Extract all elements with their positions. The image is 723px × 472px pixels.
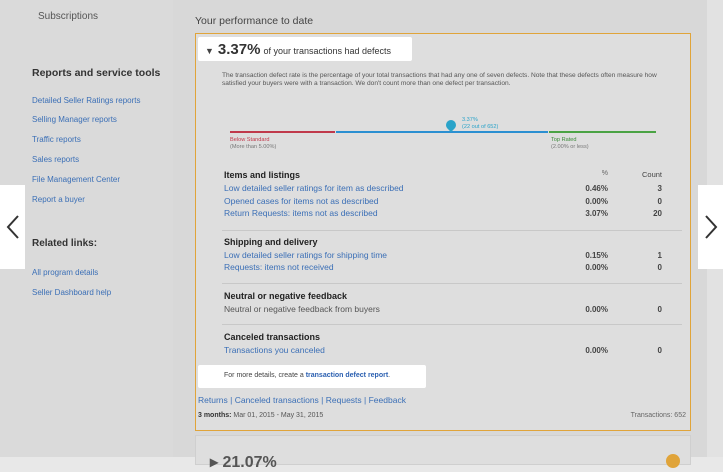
sidebar-link-dsr-reports[interactable]: Detailed Seller Ratings reports <box>32 96 141 105</box>
sidebar-link-selling-manager[interactable]: Selling Manager reports <box>32 115 117 124</box>
row-pct: 0.46% <box>585 184 608 193</box>
sidebar: Subscriptions Reports and service tools … <box>0 0 173 457</box>
row-pct: 0.00% <box>585 346 608 355</box>
top-rated-label: Top Rated (2.00% or less) <box>551 137 589 150</box>
row-label-negative-feedback: Neutral or negative feedback from buyers <box>224 304 380 314</box>
transaction-defect-report-link[interactable]: transaction defect report <box>306 372 388 379</box>
prev-button[interactable] <box>0 185 25 269</box>
row-link-low-dsr-item[interactable]: Low detailed seller ratings for item as … <box>224 183 404 193</box>
triangle-down-icon[interactable]: ▼ <box>205 46 214 56</box>
divider <box>222 324 682 325</box>
column-header-count: Count <box>641 170 662 179</box>
related-links-title: Related links: <box>32 238 98 249</box>
divider <box>222 230 682 231</box>
next-card-peek: ▸ 21.07% <box>210 454 277 471</box>
sidebar-link-dashboard-help[interactable]: Seller Dashboard help <box>32 288 111 297</box>
sidebar-link-file-management[interactable]: File Management Center <box>32 175 120 184</box>
below-standard-sub: (More than 5.00%) <box>230 143 277 150</box>
defect-rate-value: 3.37% <box>217 41 261 58</box>
row-count: 0 <box>657 263 662 272</box>
more-details-prefix: For more details, create a <box>224 372 306 379</box>
status-badge <box>666 454 680 468</box>
below-standard-label: Below Standard (More than 5.00%) <box>230 137 276 150</box>
sidebar-link-traffic[interactable]: Traffic reports <box>32 135 81 144</box>
row-pct: 0.00% <box>585 197 608 206</box>
defect-rate-description: The transaction defect rate is the perce… <box>222 72 657 88</box>
row-count: 0 <box>657 305 662 314</box>
sidebar-link-report-buyer[interactable]: Report a buyer <box>32 195 85 204</box>
below-standard-bar <box>230 131 335 133</box>
average-bar <box>336 131 548 133</box>
chevron-right-icon <box>704 215 717 239</box>
column-header-pct: % <box>601 170 608 177</box>
sidebar-item-subscriptions[interactable]: Subscriptions <box>38 11 98 22</box>
top-rated-bar <box>549 131 656 133</box>
row-link-opened-cases[interactable]: Opened cases for items not as described <box>224 196 379 206</box>
footer-link-requests[interactable]: Requests <box>326 395 362 405</box>
row-link-return-requests[interactable]: Return Requests: items not as described <box>224 208 378 218</box>
period-label: 3 months: <box>198 412 232 419</box>
row-link-canceled-transactions[interactable]: Transactions you canceled <box>224 345 325 355</box>
marker-label: 3.37% (22 out of 652) <box>462 117 498 130</box>
more-details-text: For more details, create a transaction d… <box>224 372 390 379</box>
group-title-shipping: Shipping and delivery <box>224 237 318 247</box>
reports-section-title: Reports and service tools <box>32 67 161 79</box>
footer-link-returns[interactable]: Returns <box>198 395 228 405</box>
row-count: 20 <box>653 209 662 218</box>
row-count: 3 <box>657 184 662 193</box>
row-count: 0 <box>657 346 662 355</box>
footer-link-canceled[interactable]: Canceled transactions <box>235 395 319 405</box>
below-standard-title: Below Standard <box>230 137 270 143</box>
row-count: 0 <box>657 197 662 206</box>
marker-sub: (22 out of 652) <box>462 123 499 130</box>
group-title-canceled: Canceled transactions <box>224 332 321 342</box>
row-pct: 3.07% <box>585 209 608 218</box>
row-link-low-dsr-shipping[interactable]: Low detailed seller ratings for shipping… <box>224 250 387 260</box>
period-value: Mar 01, 2015 - May 31, 2015 <box>233 412 324 419</box>
row-pct: 0.00% <box>585 305 608 314</box>
more-details-suffix: . <box>388 372 391 379</box>
defect-rate-text: of your transactions had defects <box>263 46 392 56</box>
performance-title: Your performance to date <box>195 15 314 27</box>
group-title-items: Items and listings <box>224 170 301 180</box>
footer-link-feedback[interactable]: Feedback <box>369 395 406 405</box>
group-title-feedback: Neutral or negative feedback <box>224 291 348 301</box>
sidebar-link-program-details[interactable]: All program details <box>32 268 98 277</box>
sidebar-link-sales[interactable]: Sales reports <box>32 155 79 164</box>
defect-rate-headline[interactable]: ▼ 3.37% of your transactions had defects <box>205 41 391 59</box>
row-pct: 0.15% <box>585 251 608 260</box>
chevron-left-icon <box>6 215 19 239</box>
transactions-count: Transactions: 652 <box>630 412 686 419</box>
next-button[interactable] <box>698 185 723 269</box>
row-link-items-not-received[interactable]: Requests: items not received <box>224 262 334 272</box>
row-pct: 0.00% <box>585 263 608 272</box>
next-card[interactable]: ▸ 21.07% <box>195 435 691 471</box>
footer-links: Returns | Canceled transactions | Reques… <box>198 395 406 405</box>
top-rated-sub: (2.00% or less) <box>551 143 589 150</box>
evaluation-period: 3 months: Mar 01, 2015 - May 31, 2015 <box>198 412 323 419</box>
divider <box>222 283 682 284</box>
row-count: 1 <box>657 251 662 260</box>
